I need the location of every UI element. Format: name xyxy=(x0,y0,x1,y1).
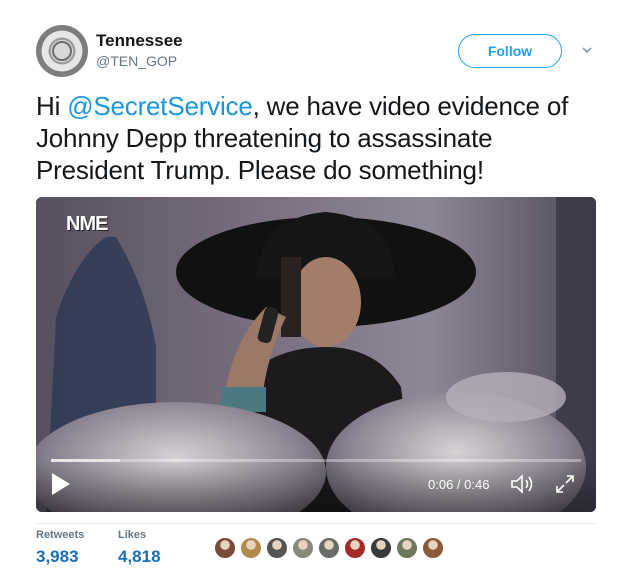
liker-avatar[interactable] xyxy=(344,537,366,559)
retweets-stat[interactable]: Retweets 3,983 xyxy=(36,529,84,567)
tweet-card: Tennessee @TEN_GOP Follow Hi @SecretServ… xyxy=(0,0,635,571)
nme-watermark: NME xyxy=(66,213,108,235)
liker-avatar[interactable] xyxy=(214,537,236,559)
volume-icon[interactable] xyxy=(509,473,535,495)
play-icon[interactable] xyxy=(50,471,72,497)
likes-count: 4,818 xyxy=(118,547,161,566)
author-handle[interactable]: @TEN_GOP xyxy=(96,53,177,69)
tweet-stats: Retweets 3,983 Likes 4,818 xyxy=(36,523,596,572)
mention-link[interactable]: @SecretService xyxy=(67,91,253,121)
chevron-down-icon[interactable] xyxy=(581,44,593,56)
progress-bar[interactable] xyxy=(51,459,581,462)
likes-label: Likes xyxy=(118,529,147,541)
likes-stat[interactable]: Likes 4,818 xyxy=(118,529,161,567)
tweet-text-prefix: Hi xyxy=(36,91,68,121)
liker-avatar[interactable] xyxy=(396,537,418,559)
liker-avatar[interactable] xyxy=(266,537,288,559)
liker-avatar[interactable] xyxy=(370,537,392,559)
retweets-label: Retweets xyxy=(36,529,85,541)
video-player[interactable]: NME 0:06 / 0:46 xyxy=(36,197,596,512)
liker-avatar[interactable] xyxy=(318,537,340,559)
liker-avatar[interactable] xyxy=(292,537,314,559)
retweets-count: 3,983 xyxy=(36,547,79,566)
video-time: 0:06 / 0:46 xyxy=(428,477,490,492)
author-name[interactable]: Tennessee xyxy=(96,31,183,51)
author-avatar[interactable] xyxy=(36,25,88,77)
fullscreen-icon[interactable] xyxy=(554,473,576,495)
liker-avatar[interactable] xyxy=(240,537,262,559)
video-controls: 0:06 / 0:46 xyxy=(36,459,596,512)
liker-avatars xyxy=(214,537,448,559)
progress-fill xyxy=(51,459,120,462)
tweet-text: Hi @SecretService, we have video evidenc… xyxy=(36,90,606,186)
liker-avatar[interactable] xyxy=(422,537,444,559)
follow-button[interactable]: Follow xyxy=(458,34,562,68)
